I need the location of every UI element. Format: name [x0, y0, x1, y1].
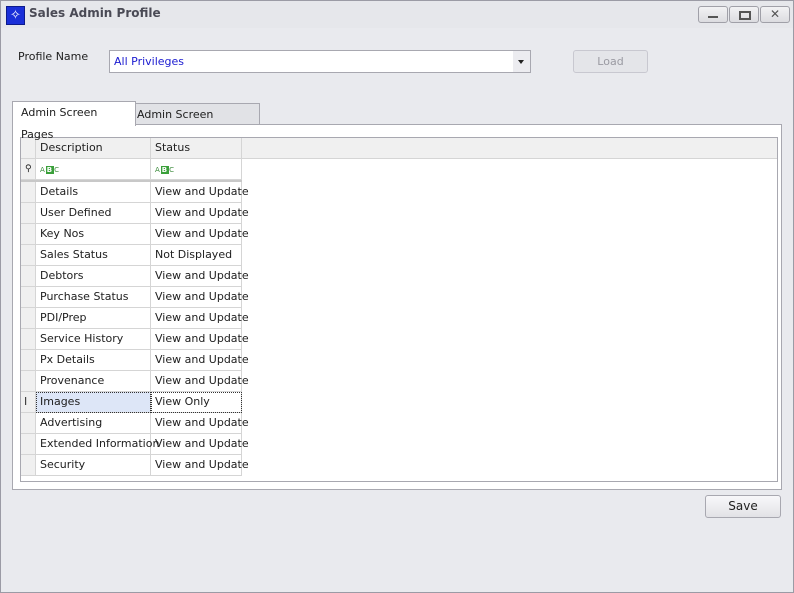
- sales-admin-profile-window: ✧ Sales Admin Profile ✕ Profile Name All…: [0, 0, 794, 593]
- cell-description[interactable]: Details: [36, 182, 151, 203]
- cell-status[interactable]: View and Update: [151, 350, 249, 371]
- tab-panel: Description Status ⚲ ABC ABC Details View…: [12, 124, 782, 490]
- cell-description[interactable]: Debtors: [36, 266, 151, 287]
- filter-status[interactable]: ABC: [151, 159, 242, 180]
- title-bar: ✧ Sales Admin Profile ✕: [1, 1, 793, 28]
- cell-status[interactable]: View and Update: [151, 203, 249, 224]
- window-title: Sales Admin Profile: [29, 6, 161, 20]
- abc-filter-icon: ABC: [155, 166, 176, 174]
- save-button[interactable]: Save: [705, 495, 781, 518]
- cell-status[interactable]: Not Displayed: [151, 245, 242, 266]
- cell-status[interactable]: View and Update: [151, 224, 249, 245]
- row-indicator[interactable]: [21, 224, 36, 245]
- row-indicator[interactable]: [21, 350, 36, 371]
- cell-description[interactable]: Key Nos: [36, 224, 151, 245]
- row-indicator[interactable]: [21, 287, 36, 308]
- cell-description[interactable]: User Defined: [36, 203, 151, 224]
- profile-name-dropdown[interactable]: All Privileges: [109, 50, 531, 73]
- minimize-button[interactable]: [698, 6, 728, 23]
- filter-description[interactable]: ABC: [36, 159, 151, 180]
- cell-description[interactable]: Purchase Status: [36, 287, 151, 308]
- row-indicator[interactable]: [21, 434, 36, 455]
- column-header-status[interactable]: Status: [151, 138, 242, 158]
- cell-status[interactable]: View and Update: [151, 371, 249, 392]
- profile-name-label: Profile Name: [18, 50, 89, 63]
- edit-cursor-icon: I: [24, 395, 28, 408]
- cell-description[interactable]: Px Details: [36, 350, 151, 371]
- filter-row-indicator: ⚲: [21, 159, 36, 180]
- pin-icon: ⚲: [25, 164, 32, 174]
- close-button[interactable]: ✕: [760, 6, 790, 23]
- row-indicator[interactable]: [21, 329, 36, 350]
- row-indicator[interactable]: [21, 182, 36, 203]
- row-indicator[interactable]: I: [21, 392, 36, 413]
- cell-description[interactable]: Service History: [36, 329, 151, 350]
- tab-admin-screen-pages[interactable]: Admin Screen Pages: [12, 101, 136, 141]
- privileges-grid: Description Status ⚲ ABC ABC Details View…: [20, 137, 778, 482]
- row-indicator[interactable]: [21, 308, 36, 329]
- cell-description[interactable]: Sales Status: [36, 245, 151, 266]
- maximize-icon: [739, 11, 751, 20]
- cell-status[interactable]: View and Update: [151, 266, 249, 287]
- cell-description[interactable]: Extended Information: [36, 434, 159, 455]
- cell-status[interactable]: View Only: [151, 392, 242, 413]
- cell-description[interactable]: Advertising: [36, 413, 151, 434]
- cell-description[interactable]: Security: [36, 455, 151, 476]
- app-icon: ✧: [6, 6, 25, 25]
- cell-description[interactable]: PDI/Prep: [36, 308, 151, 329]
- cell-status[interactable]: View and Update: [151, 413, 249, 434]
- row-indicator[interactable]: [21, 455, 36, 476]
- profile-name-value: All Privileges: [114, 55, 185, 68]
- cell-status[interactable]: View and Update: [151, 329, 249, 350]
- row-indicator[interactable]: [21, 371, 36, 392]
- cell-status[interactable]: View and Update: [151, 455, 249, 476]
- chevron-down-icon: [518, 60, 524, 64]
- load-button[interactable]: Load: [573, 50, 648, 73]
- grid-header: Description Status: [21, 138, 777, 159]
- cell-description[interactable]: Provenance: [36, 371, 151, 392]
- cell-status[interactable]: View and Update: [151, 434, 249, 455]
- row-indicator[interactable]: [21, 203, 36, 224]
- close-icon: ✕: [769, 7, 781, 21]
- abc-filter-icon: ABC: [40, 166, 61, 174]
- dropdown-button[interactable]: [513, 51, 530, 72]
- cell-status[interactable]: View and Update: [151, 308, 249, 329]
- row-indicator[interactable]: [21, 245, 36, 266]
- row-indicator[interactable]: [21, 266, 36, 287]
- maximize-button[interactable]: [729, 6, 759, 23]
- tab-admin-screen-functions[interactable]: Admin Screen Functions: [128, 103, 260, 143]
- cell-status[interactable]: View and Update: [151, 287, 249, 308]
- cell-description[interactable]: Images: [36, 392, 151, 413]
- row-indicator[interactable]: [21, 413, 36, 434]
- cell-status[interactable]: View and Update: [151, 182, 249, 203]
- minimize-icon: [708, 16, 718, 18]
